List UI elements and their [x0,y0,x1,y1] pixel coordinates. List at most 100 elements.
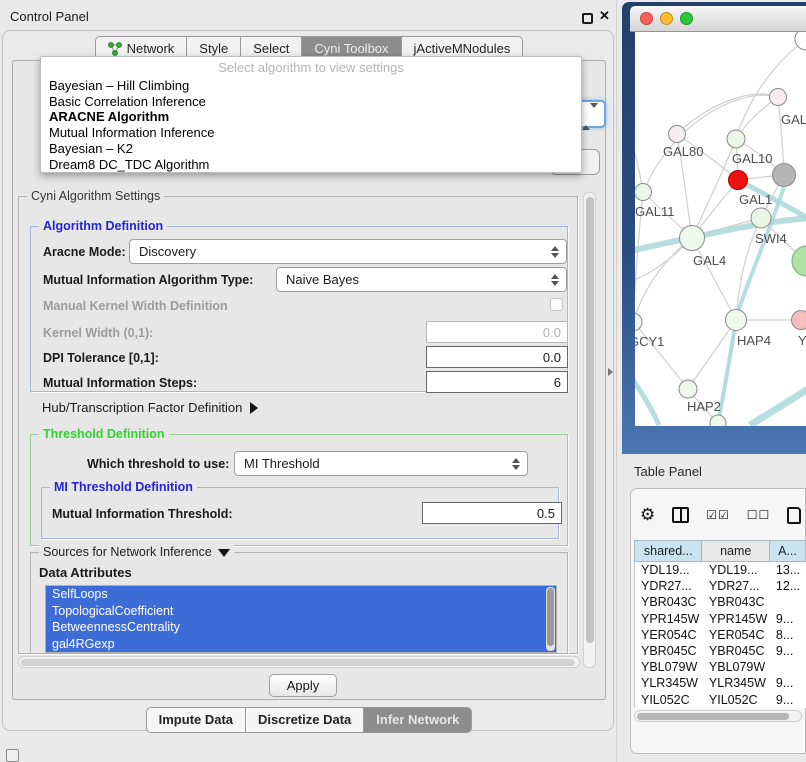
table-cell: YBR043C [635,594,703,610]
sources-group: Sources for Network Inference Data Attri… [30,552,568,654]
table-cell: 12... [770,578,806,594]
spinner-down-icon [512,465,520,470]
mi-threshold-field[interactable]: 0.5 [422,502,562,524]
split-pane-arrow-icon[interactable] [608,368,613,376]
mac-zoom-icon[interactable] [680,12,693,25]
settings-vertical-scrollbar[interactable] [583,192,596,668]
algorithm-option[interactable]: Bayesian – K2 [41,141,581,157]
close-icon[interactable]: ✕ [599,8,610,24]
manual-kernel-checkbox[interactable] [550,298,563,311]
tab-label: Select [253,41,289,56]
scrollbar-thumb[interactable] [586,197,594,643]
node-label: GAL10 [732,151,772,166]
table-row[interactable]: YDL19...YDL19...13... [635,562,806,578]
graph-node[interactable] [679,380,697,398]
table-row[interactable]: YBR045CYBR045C9... [635,643,806,659]
table-cell: YBR043C [703,594,770,610]
algorithm-option[interactable]: Basic Correlation Inference [41,94,581,110]
attribute-item[interactable]: TopologicalCoefficient [46,603,556,620]
which-threshold-select[interactable]: MI Threshold [234,451,528,476]
scrollbar-thumb[interactable] [637,713,789,720]
graph-node[interactable] [726,310,747,331]
attribute-item[interactable]: BetweennessCentrality [46,619,556,636]
graph-node[interactable] [729,171,748,190]
gear-icon[interactable]: ⚙ [640,505,655,525]
settings-horizontal-scrollbar[interactable] [18,656,580,668]
kernel-width-field[interactable]: 0.0 [426,321,568,343]
aracne-mode-label: Aracne Mode: [43,245,126,259]
float-window-icon[interactable] [582,13,593,24]
graph-node[interactable] [770,89,787,106]
graph-node[interactable] [635,313,642,331]
algorithm-option[interactable]: ARACNE Algorithm [41,109,581,125]
field-value: 0.5 [537,506,555,521]
apply-label: Apply [287,678,320,693]
algorithm-option[interactable]: Dream8 DC_TDC Algorithm [41,157,581,173]
column-header[interactable]: A... [770,540,806,562]
table-cell: 13... [770,562,806,578]
graph-node[interactable] [680,226,705,251]
node-label: GAL80 [663,144,703,159]
spinner-up-icon [512,458,520,463]
columns-icon[interactable] [672,507,689,523]
table-row[interactable]: YPR145WYPR145W9... [635,611,806,627]
table-horizontal-scrollbar[interactable] [634,710,802,722]
node-label: GCY1 [635,334,664,349]
table-toolbar: ⚙ ☑☑ ☐☐ [640,500,806,530]
table-row[interactable]: YDR27...YDR27...12... [635,578,806,594]
group-title: Algorithm Definition [39,219,167,233]
graph-edge-highlighted [635,377,659,425]
graph-node[interactable] [751,208,771,228]
tab-label: Infer Network [376,712,459,727]
field-value: 0.0 [543,325,561,340]
mac-minimize-icon[interactable] [660,12,673,25]
graph-node[interactable] [727,130,745,148]
mac-close-icon[interactable] [640,12,653,25]
apply-button[interactable]: Apply [269,674,337,697]
table-row[interactable]: YIL052CYIL052C9... [635,692,806,708]
mi-steps-field[interactable]: 6 [426,371,568,393]
data-attributes-list[interactable]: SelfLoopsTopologicalCoefficientBetweenne… [45,585,557,653]
aracne-mode-select[interactable]: Discovery [129,239,567,264]
graph-node[interactable] [635,184,652,201]
table-row[interactable]: YER054CYER054C8... [635,627,806,643]
table-row[interactable]: YLR345WYLR345W9... [635,675,806,691]
combo-value: Discovery [139,244,196,259]
mi-type-select[interactable]: Naive Bayes [276,267,567,292]
scrollbar-thumb[interactable] [21,659,575,666]
network-window-titlebar[interactable] [630,6,806,32]
deselect-all-checkboxes-icon[interactable]: ☐☐ [747,508,771,522]
column-header[interactable]: shared... [634,540,702,562]
column-header[interactable]: name [702,540,769,562]
table-row[interactable]: YBL079WYBL079W [635,659,806,675]
mi-steps-label: Mutual Information Steps: [43,376,197,390]
spinner-up-icon [551,246,559,251]
sources-title[interactable]: Sources for Network Inference [39,545,234,559]
attribute-item[interactable]: SelfLoops [46,586,556,603]
tab-infer-network[interactable]: Infer Network [364,707,472,733]
tab-impute-data[interactable]: Impute Data [146,707,246,733]
graph-node[interactable] [792,311,806,330]
threshold-definition-group: Threshold Definition Which threshold to … [30,434,568,546]
spinner-down-icon [590,103,598,125]
node-label: GAL1 [739,192,772,207]
export-table-icon[interactable] [787,507,801,524]
attribute-item[interactable]: gal4RGexp [46,636,556,653]
table-rows: YDL19...YDL19...13...YDR27...YDR27...12.… [634,562,806,708]
tab-discretize-data[interactable]: Discretize Data [246,707,364,733]
network-view-canvas[interactable]: GALGAL80GAL10GAL1GAL11SWI4GAL4GCY1HAP4YH… [635,32,806,426]
corner-widget-icon[interactable] [6,749,19,762]
hub-definition-expander[interactable]: Hub/Transcription Factor Definition [42,400,258,415]
scrollbar-thumb[interactable] [547,588,554,646]
table-cell: YPR145W [703,611,770,627]
graph-node[interactable] [773,164,796,187]
algorithm-option[interactable]: Bayesian – Hill Climbing [41,78,581,94]
graph-node[interactable] [669,126,686,143]
dpi-tolerance-field[interactable]: 0.0 [426,346,568,368]
graph-node[interactable] [710,415,726,426]
field-value: 0.0 [543,350,561,365]
algorithm-option[interactable]: Mutual Information Inference [41,125,581,141]
table-row[interactable]: YBR043CYBR043C [635,594,806,610]
select-all-checkboxes-icon[interactable]: ☑☑ [706,508,730,522]
list-scrollbar[interactable] [546,587,555,651]
